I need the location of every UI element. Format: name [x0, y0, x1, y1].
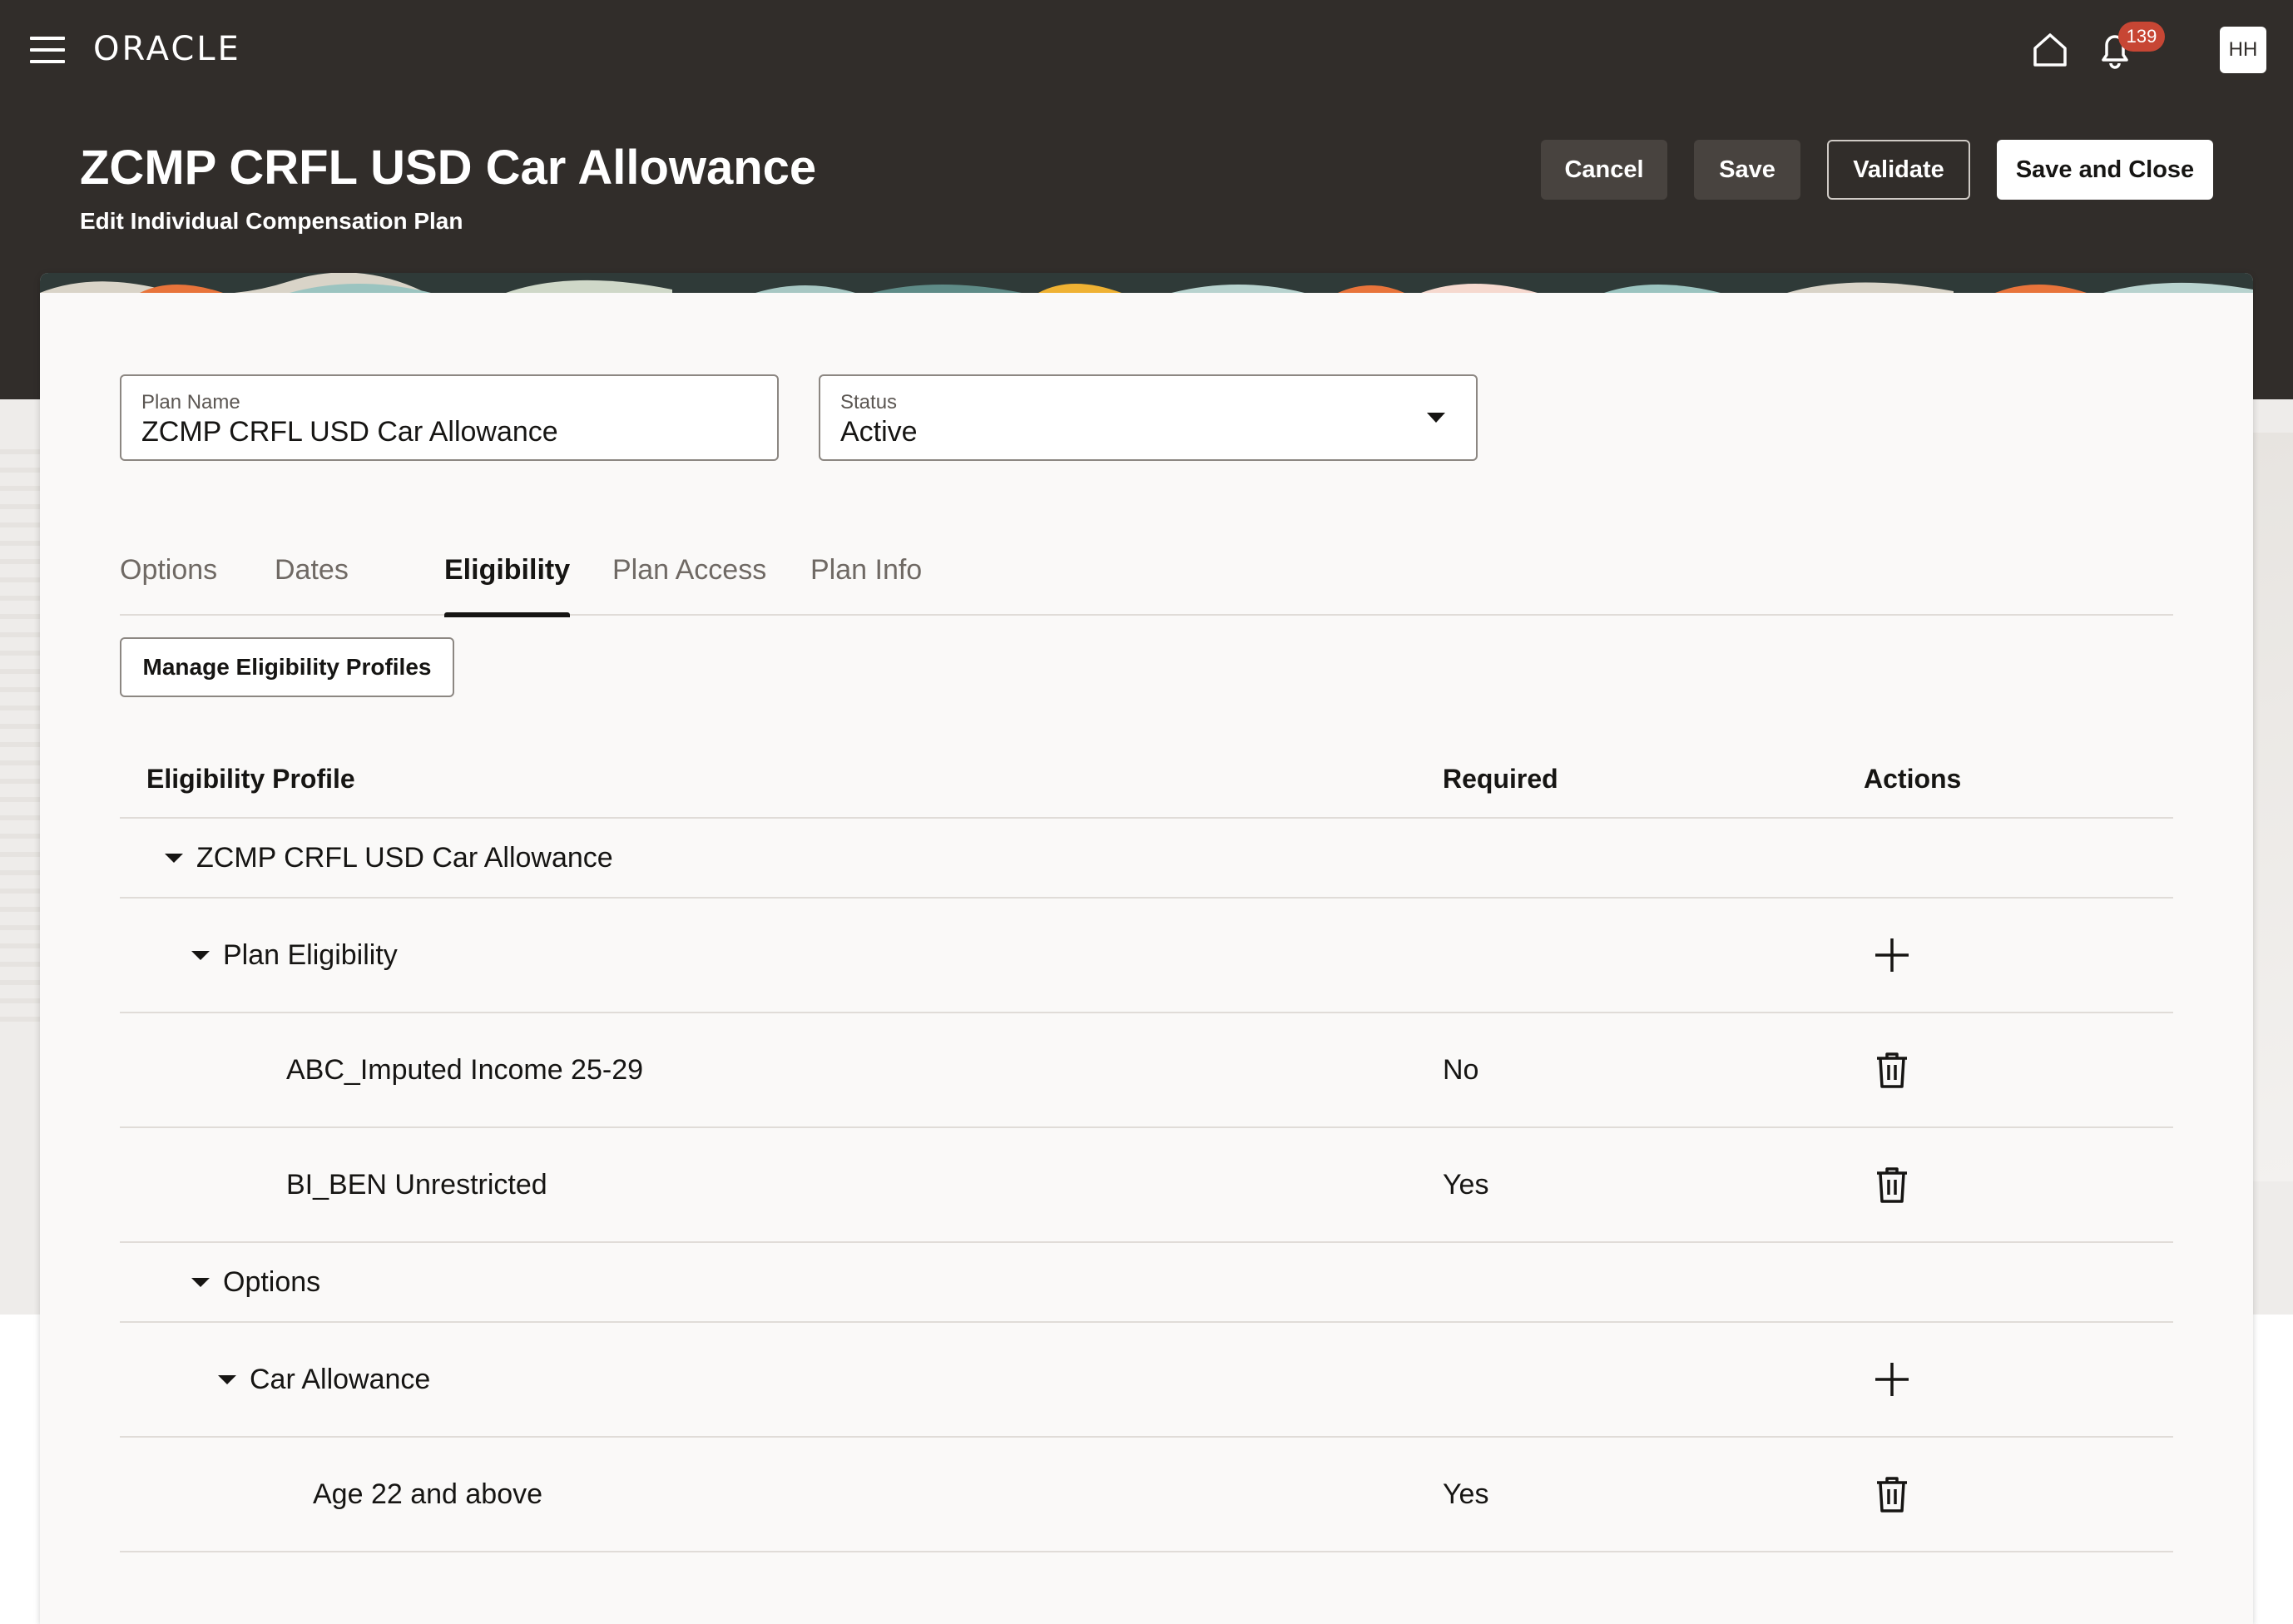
profile-name: BI_BEN Unrestricted: [286, 1168, 547, 1201]
oracle-logo[interactable]: ORACLE: [93, 30, 241, 68]
tab-bar: Options Dates Eligibility Plan Access Pl…: [120, 541, 2173, 617]
validate-button[interactable]: Validate: [1827, 140, 1970, 200]
add-icon[interactable]: [1872, 935, 1912, 975]
status-select[interactable]: Status Active: [819, 374, 1478, 461]
decorative-pattern-right: [2253, 433, 2293, 1181]
table-row: Plan Eligibility: [120, 899, 2173, 1013]
main-card: Plan Name ZCMP CRFL USD Car Allowance St…: [40, 273, 2253, 1624]
table-row: Car Allowance: [120, 1323, 2173, 1438]
eligibility-table: Eligibility Profile Required Actions ZCM…: [120, 739, 2173, 1552]
column-header-actions: Actions: [1864, 764, 1962, 794]
profile-name: ZCMP CRFL USD Car Allowance: [196, 841, 613, 874]
delete-icon[interactable]: [1872, 1474, 1912, 1514]
home-icon[interactable]: [2030, 30, 2070, 70]
collapse-caret-icon[interactable]: [216, 1373, 238, 1386]
cancel-button[interactable]: Cancel: [1541, 140, 1667, 200]
page-subtitle: Edit Individual Compensation Plan: [80, 208, 463, 234]
tab-plan-access[interactable]: Plan Access: [612, 541, 766, 616]
plan-name-label: Plan Name: [141, 391, 240, 413]
plan-name-field[interactable]: Plan Name ZCMP CRFL USD Car Allowance: [120, 374, 779, 461]
chevron-down-icon[interactable]: [1426, 411, 1446, 424]
tab-eligibility[interactable]: Eligibility: [444, 541, 571, 617]
required-value: Yes: [1443, 1168, 1489, 1201]
table-row: Options: [120, 1243, 2173, 1323]
profile-name: Options: [223, 1265, 321, 1298]
manage-eligibility-profiles-button[interactable]: Manage Eligibility Profiles: [120, 637, 454, 697]
add-icon[interactable]: [1872, 1359, 1912, 1399]
table-row: Age 22 and above Yes: [120, 1438, 2173, 1552]
page-title: ZCMP CRFL USD Car Allowance: [80, 141, 817, 195]
delete-icon[interactable]: [1872, 1165, 1912, 1205]
profile-name: Car Allowance: [250, 1363, 431, 1395]
delete-icon[interactable]: [1872, 1050, 1912, 1090]
column-header-profile: Eligibility Profile: [146, 764, 355, 794]
tab-plan-info[interactable]: Plan Info: [810, 541, 922, 616]
save-and-close-button[interactable]: Save and Close: [1997, 140, 2213, 200]
collapse-caret-icon[interactable]: [190, 948, 211, 962]
decorative-banner: [40, 273, 2253, 293]
column-header-required: Required: [1443, 764, 1558, 794]
status-value: Active: [840, 416, 918, 448]
tab-options[interactable]: Options: [120, 541, 217, 616]
decorative-pattern-left: [0, 449, 40, 1032]
notification-count-badge: 139: [2118, 22, 2165, 52]
collapse-caret-icon[interactable]: [163, 851, 185, 864]
profile-name: ABC_Imputed Income 25-29: [286, 1053, 644, 1086]
required-value: Yes: [1443, 1478, 1489, 1510]
tab-dates[interactable]: Dates: [275, 541, 349, 616]
user-avatar[interactable]: HH: [2220, 27, 2266, 73]
collapse-caret-icon[interactable]: [190, 1275, 211, 1289]
table-row: BI_BEN Unrestricted Yes: [120, 1128, 2173, 1243]
required-value: No: [1443, 1053, 1479, 1086]
profile-name: Plan Eligibility: [223, 938, 398, 971]
table-header: Eligibility Profile Required Actions: [120, 739, 2173, 819]
plan-name-input[interactable]: ZCMP CRFL USD Car Allowance: [141, 416, 558, 448]
table-row: ZCMP CRFL USD Car Allowance: [120, 819, 2173, 899]
save-button[interactable]: Save: [1694, 140, 1800, 200]
profile-name: Age 22 and above: [313, 1478, 543, 1510]
table-row: ABC_Imputed Income 25-29 No: [120, 1013, 2173, 1128]
top-navigation-bar: ORACLE 139 HH: [0, 0, 2293, 100]
hamburger-menu-icon[interactable]: [30, 37, 65, 63]
status-label: Status: [840, 391, 898, 413]
